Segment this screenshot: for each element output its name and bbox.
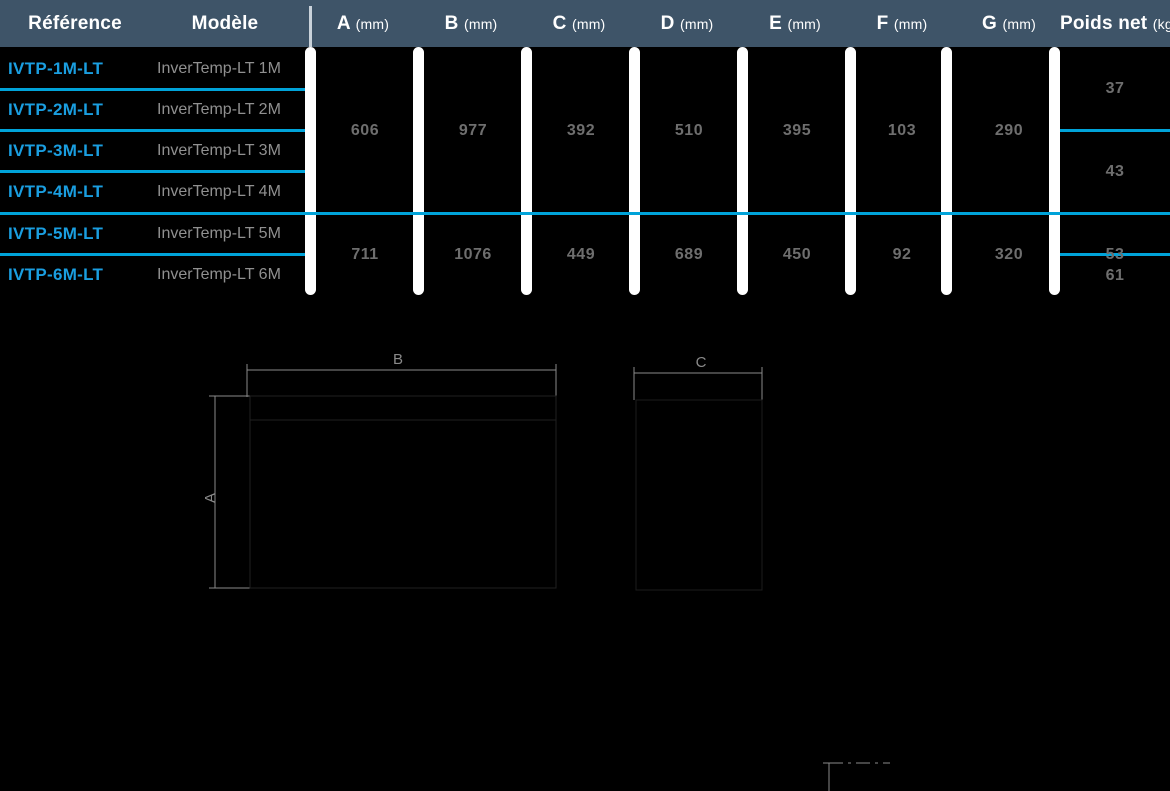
- dim-label-c: C: [696, 354, 707, 371]
- column-header-reference: Référence: [0, 0, 150, 47]
- specification-table: Référence Modèle A (mm) B (mm) C (mm) D …: [0, 0, 1170, 295]
- row-rule-5: [0, 253, 305, 256]
- table-row-model: InverTemp-LT 2M: [157, 101, 281, 118]
- table-row-reference: IVTP-2M-LT: [8, 100, 104, 119]
- dimension-value-e-group1: 395: [782, 122, 812, 139]
- dimension-value-c-group2: 449: [566, 246, 596, 263]
- column-header-model-label: Modèle: [191, 13, 259, 34]
- dimension-value-b-group1: 977: [458, 122, 488, 139]
- column-header-a: A (mm): [313, 0, 413, 47]
- column-header-d: D (mm): [637, 0, 737, 47]
- table-row-model: InverTemp-LT 6M: [157, 266, 281, 283]
- column-header-c-label: C: [552, 13, 567, 34]
- technical-drawings: B A C G F D E: [0, 300, 1170, 791]
- weight-value-4: 61: [1105, 267, 1125, 284]
- row-rule-group-split: [0, 212, 1170, 215]
- dimension-value-b-group2: 1076: [454, 246, 492, 263]
- row-rule-2: [0, 129, 305, 132]
- column-separator-3: [521, 47, 532, 295]
- column-header-b-unit: (mm): [463, 16, 498, 32]
- column-header-weight-unit: (kg): [1152, 16, 1170, 32]
- table-row-model: InverTemp-LT 5M: [157, 225, 281, 242]
- table-row-reference: IVTP-5M-LT: [8, 224, 104, 243]
- column-header-a-unit: (mm): [355, 16, 390, 32]
- dimension-value-f-group1: 103: [887, 122, 917, 139]
- column-header-reference-label: Référence: [28, 13, 122, 34]
- dim-label-b: B: [393, 351, 403, 368]
- column-header-c: C (mm): [529, 0, 629, 47]
- table-row-reference: IVTP-4M-LT: [8, 182, 104, 201]
- column-header-f: F (mm): [852, 0, 952, 47]
- dimension-value-d-group2: 689: [674, 246, 704, 263]
- column-header-e-label: E: [769, 13, 782, 34]
- drawings-canvas: B A C G F D E: [202, 351, 890, 791]
- weight-value-1: 37: [1105, 80, 1125, 97]
- dimension-value-g-group2: 320: [994, 246, 1024, 263]
- table-row-model: InverTemp-LT 1M: [157, 60, 281, 77]
- table-row-model: InverTemp-LT 4M: [157, 183, 281, 200]
- weight-rule-1: [1060, 129, 1170, 132]
- dimension-value-e-group2: 450: [782, 246, 812, 263]
- table-row-model: InverTemp-LT 3M: [157, 142, 281, 159]
- column-header-a-label: A: [336, 13, 351, 34]
- column-header-f-unit: (mm): [893, 16, 928, 32]
- column-separator-2: [413, 47, 424, 295]
- table-row-reference: IVTP-6M-LT: [8, 265, 104, 284]
- dimension-value-g-group1: 290: [994, 122, 1024, 139]
- row-rule-3: [0, 170, 305, 173]
- weight-value-2: 43: [1105, 163, 1125, 180]
- side-view: [633, 367, 890, 791]
- dimension-value-c-group1: 392: [566, 122, 596, 139]
- column-header-b: B (mm): [421, 0, 521, 47]
- column-header-g-label: G: [982, 13, 998, 34]
- dim-label-a: A: [202, 493, 219, 503]
- column-header-f-label: F: [876, 13, 889, 34]
- column-separator-1: [305, 47, 316, 295]
- header-separator-a: [309, 6, 312, 47]
- column-header-g: G (mm): [959, 0, 1059, 47]
- column-separator-5: [737, 47, 748, 295]
- column-header-g-unit: (mm): [1002, 16, 1036, 32]
- front-view: [209, 364, 557, 589]
- dimension-value-f-group2: 92: [892, 246, 912, 263]
- column-header-c-unit: (mm): [571, 16, 606, 32]
- column-separator-4: [629, 47, 640, 295]
- dimension-value-a-group2: 711: [351, 246, 379, 263]
- column-header-model: Modèle: [150, 0, 300, 47]
- weight-value-3: 53: [1105, 246, 1125, 263]
- column-header-e-unit: (mm): [787, 16, 821, 32]
- dimension-value-d-group1: 510: [674, 122, 704, 139]
- table-row-reference: IVTP-1M-LT: [8, 59, 104, 78]
- column-header-b-label: B: [444, 13, 459, 34]
- dimension-value-a-group1: 606: [350, 122, 380, 139]
- column-header-weight-label: Poids net: [1060, 13, 1148, 34]
- column-header-weight: Poids net (kg): [1060, 0, 1170, 47]
- column-header-d-unit: (mm): [679, 16, 714, 32]
- column-header-e: E (mm): [745, 0, 845, 47]
- row-rule-1: [0, 88, 305, 91]
- column-header-d-label: D: [660, 13, 675, 34]
- table-row-reference: IVTP-3M-LT: [8, 141, 104, 160]
